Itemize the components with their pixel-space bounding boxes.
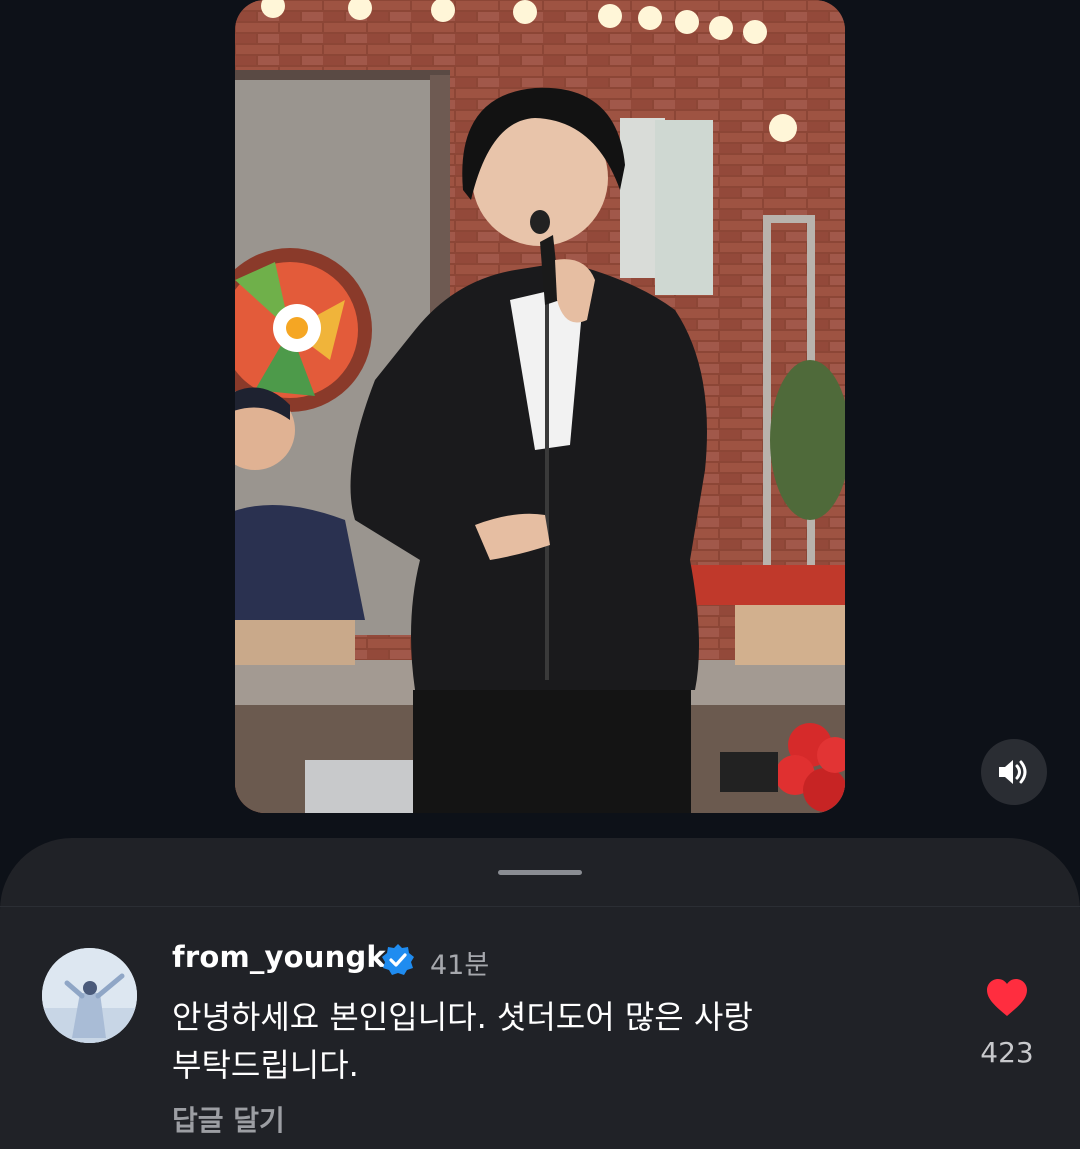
divider bbox=[0, 906, 1080, 907]
like-count: 423 bbox=[980, 1036, 1034, 1069]
comment-text-line: 부탁드립니다. bbox=[172, 1046, 359, 1084]
sound-toggle-button[interactable] bbox=[981, 739, 1047, 805]
comment-text-line: 안녕하세요 본인입니다. 셧더도어 많은 사랑 bbox=[172, 998, 753, 1036]
avatar[interactable] bbox=[42, 948, 137, 1043]
avatar-image bbox=[42, 948, 137, 1043]
video-player[interactable] bbox=[235, 0, 845, 813]
comment-text: 안녕하세요 본인입니다. 셧더도어 많은 사랑 부탁드립니다. bbox=[172, 993, 872, 1089]
speaker-on-icon bbox=[999, 760, 1027, 784]
comments-sheet: from_youngk 41분 안녕하세요 본인입니다. 셧더도어 많은 사랑 … bbox=[0, 838, 1080, 1149]
verified-badge-icon bbox=[382, 944, 414, 975]
heart-filled-icon[interactable] bbox=[985, 978, 1029, 1018]
comment-username[interactable]: from_youngk bbox=[172, 940, 386, 974]
reply-button[interactable]: 답글 달기 bbox=[172, 1099, 285, 1139]
comment-timestamp: 41분 bbox=[430, 950, 490, 981]
sheet-drag-handle[interactable] bbox=[498, 870, 582, 875]
video-frame-image bbox=[235, 0, 845, 813]
